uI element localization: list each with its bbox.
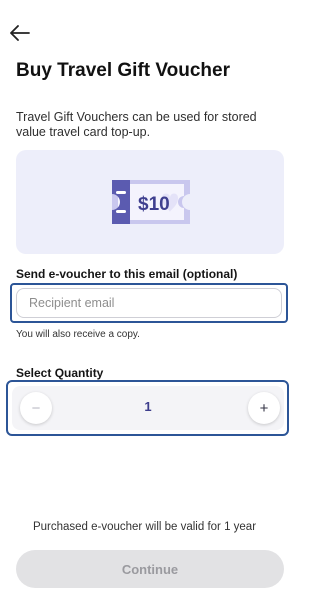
email-field-focus-outline <box>10 283 288 323</box>
email-hint: You will also receive a copy. <box>16 329 140 340</box>
page-description: Travel Gift Vouchers can be used for sto… <box>16 110 257 139</box>
quantity-value: 1 <box>144 399 152 414</box>
quantity-section-label: Select Quantity <box>16 366 104 380</box>
voucher-amount: $10 <box>138 194 170 215</box>
validity-note: Purchased e-voucher will be valid for 1 … <box>32 521 257 533</box>
increment-button[interactable]: + <box>248 392 280 424</box>
voucher-preview-card: $10 <box>16 150 284 254</box>
page-title: Buy Travel Gift Voucher <box>16 60 230 81</box>
quantity-stepper: − 1 + <box>12 386 284 430</box>
quantity-focus-outline: − 1 + <box>6 380 289 436</box>
arrow-left-icon <box>10 25 30 41</box>
continue-button[interactable]: Continue <box>16 550 284 588</box>
email-section-label: Send e-voucher to this email (optional) <box>16 267 238 281</box>
recipient-email-input[interactable] <box>16 288 282 318</box>
voucher-ticket-icon: $10 <box>112 180 190 224</box>
plus-icon: + <box>259 399 269 417</box>
back-button[interactable] <box>10 22 38 44</box>
